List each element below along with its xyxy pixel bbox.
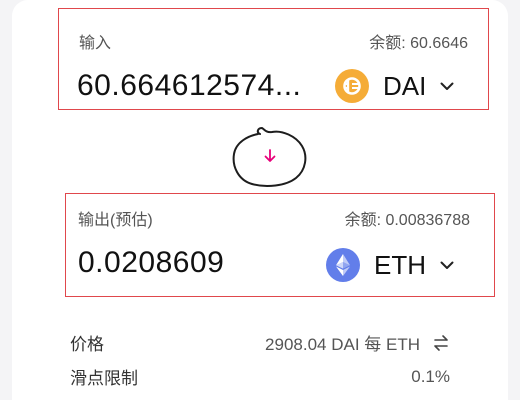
switch-tokens-button[interactable] xyxy=(260,146,280,166)
slippage-label: 滑点限制 xyxy=(70,369,138,388)
output-amount-field[interactable]: 0.0208609 xyxy=(78,246,278,280)
input-amount-field[interactable]: 60.664612574... xyxy=(77,69,322,103)
output-label: 输出(预估) xyxy=(78,212,153,229)
input-token-symbol: DAI xyxy=(383,70,427,101)
dai-icon xyxy=(335,69,369,103)
input-label: 输入 xyxy=(79,35,112,52)
chevron-down-icon xyxy=(440,82,454,90)
eth-icon xyxy=(326,248,360,282)
price-value: 2908.04 DAI 每 ETH xyxy=(265,335,420,354)
input-panel: 输入 余额: 60.6646 60.664612574... DAI xyxy=(58,8,489,110)
chevron-down-icon xyxy=(440,261,454,269)
output-token-selector[interactable]: ETH xyxy=(326,248,454,282)
slippage-value[interactable]: 0.1% xyxy=(411,367,450,387)
input-token-selector[interactable]: DAI xyxy=(335,69,454,103)
switch-direction xyxy=(230,126,310,190)
slippage-row: 滑点限制 0.1% xyxy=(70,364,450,389)
price-row: 价格 2908.04 DAI 每 ETH xyxy=(70,330,450,355)
arrow-down-icon xyxy=(264,149,276,162)
output-balance[interactable]: 余额: 0.00836788 xyxy=(345,206,470,230)
input-balance[interactable]: 余额: 60.6646 xyxy=(369,29,468,53)
output-token-symbol: ETH xyxy=(374,249,426,280)
output-panel: 输出(预估) 余额: 0.00836788 0.0208609 ETH xyxy=(65,193,495,297)
swap-arrows-icon[interactable] xyxy=(432,334,450,352)
price-label: 价格 xyxy=(70,335,104,354)
price-value-group: 2908.04 DAI 每 ETH xyxy=(265,330,450,355)
swap-card: 输入 余额: 60.6646 60.664612574... DAI 输出(预估… xyxy=(12,0,508,400)
